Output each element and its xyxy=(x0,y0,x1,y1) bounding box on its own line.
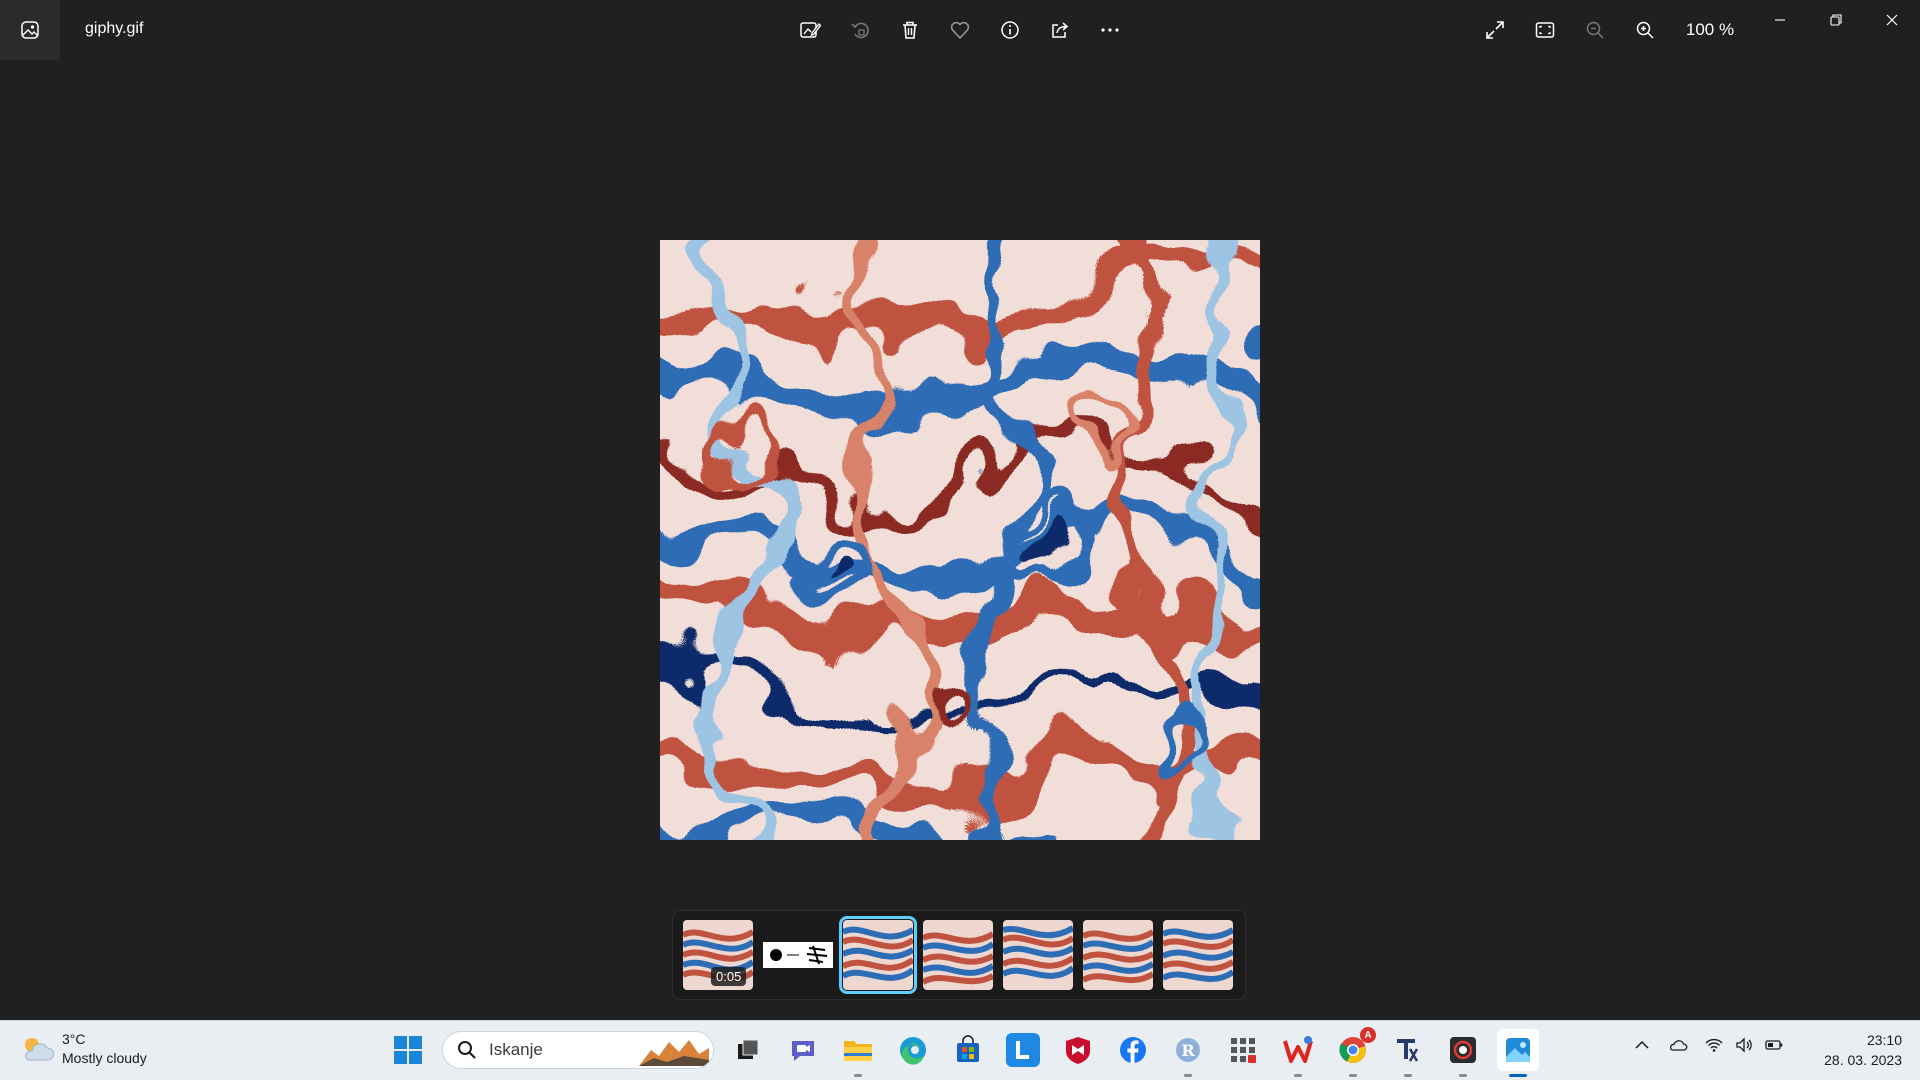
chevron-up-icon[interactable] xyxy=(1632,1035,1652,1055)
taskbar: 3°C Mostly cloudy Iskanje R A 23:10 28. … xyxy=(0,1020,1920,1080)
calculator-grid-icon[interactable] xyxy=(1222,1029,1264,1071)
zoom-out-icon xyxy=(1586,21,1604,39)
photos-app-icon[interactable] xyxy=(0,0,60,60)
teams-chat-icon[interactable] xyxy=(782,1029,824,1071)
thumbnail-sketch xyxy=(770,945,828,965)
share-icon xyxy=(1052,22,1069,38)
zoom-in-icon xyxy=(1636,21,1654,39)
title-bar: giphy.gif 100 % xyxy=(0,0,1920,60)
filmstrip-thumbnail[interactable] xyxy=(923,920,993,990)
wifi-icon[interactable] xyxy=(1704,1035,1724,1055)
see-more-button[interactable] xyxy=(1090,10,1130,50)
weather-condition: Mostly cloudy xyxy=(62,1050,147,1066)
favorite-button[interactable] xyxy=(940,10,980,50)
file-info-button[interactable] xyxy=(990,10,1030,50)
restore-icon xyxy=(1830,14,1842,26)
fit-window-icon xyxy=(1535,22,1555,38)
expand-icon xyxy=(1486,21,1504,39)
search-box[interactable]: Iskanje xyxy=(442,1031,714,1069)
thumbnail-image xyxy=(1003,920,1073,990)
minimize-button[interactable] xyxy=(1752,0,1808,40)
t-app-icon[interactable] xyxy=(1387,1029,1429,1077)
windows-start-icon xyxy=(394,1036,422,1064)
filmstrip-thumbnail[interactable]: 0:05 xyxy=(683,920,753,990)
minimize-icon xyxy=(1775,19,1785,21)
delete-button[interactable] xyxy=(890,10,930,50)
taskbar-apps: Iskanje R A xyxy=(387,1027,1539,1077)
chrome-notification-badge: A xyxy=(1360,1027,1376,1043)
mcafee-icon[interactable] xyxy=(1057,1029,1099,1071)
filmstrip-thumbnail[interactable] xyxy=(1083,920,1153,990)
filmstrip-thumbnail[interactable] xyxy=(763,920,833,990)
cloudy-weather-icon xyxy=(25,1038,54,1061)
battery-icon[interactable] xyxy=(1764,1035,1784,1055)
facebook-icon[interactable] xyxy=(1112,1029,1154,1071)
thumbnail-image xyxy=(763,942,833,968)
search-highlight-icon xyxy=(639,1040,709,1066)
trash-icon xyxy=(903,21,917,39)
search-icon xyxy=(458,1041,476,1059)
thumbnail-image xyxy=(923,920,993,990)
filmstrip-thumbnail-selected[interactable] xyxy=(839,916,917,994)
share-button[interactable] xyxy=(1040,10,1080,50)
displayed-image[interactable] xyxy=(660,240,1260,840)
info-icon xyxy=(1001,21,1019,39)
photos-app-icon[interactable] xyxy=(1497,1029,1539,1077)
edge-icon[interactable] xyxy=(892,1029,934,1071)
clock-date: 28. 03. 2023 xyxy=(1824,1052,1902,1068)
close-icon xyxy=(1886,14,1898,26)
file-name: giphy.gif xyxy=(85,20,144,37)
recorder-icon[interactable] xyxy=(1442,1029,1484,1077)
l-app-icon[interactable] xyxy=(1006,1033,1040,1067)
view-toolbar: 100 % xyxy=(1475,10,1745,50)
more-icon xyxy=(1101,28,1119,32)
thumbnail-image xyxy=(1163,920,1233,990)
window-controls xyxy=(1752,0,1920,40)
heart-icon xyxy=(950,21,970,40)
restore-button[interactable] xyxy=(1808,0,1864,40)
filmstrip: 0:05 xyxy=(672,910,1246,1000)
weather-temperature: 3°C xyxy=(62,1031,86,1047)
system-tray xyxy=(1632,1035,1784,1055)
zoom-in-button[interactable] xyxy=(1625,10,1665,50)
file-explorer-icon[interactable] xyxy=(837,1029,879,1077)
volume-icon[interactable] xyxy=(1734,1035,1754,1055)
weather-widget[interactable]: 3°C Mostly cloudy xyxy=(20,1030,147,1068)
onedrive-icon[interactable] xyxy=(1668,1035,1688,1055)
swirl-image xyxy=(660,240,1260,840)
wps-office-icon[interactable] xyxy=(1277,1029,1319,1077)
start-button[interactable] xyxy=(387,1029,429,1071)
task-view-icon[interactable] xyxy=(727,1029,769,1071)
photos-icon xyxy=(21,21,39,39)
main-toolbar xyxy=(790,10,1130,50)
search-placeholder: Iskanje xyxy=(489,1040,543,1059)
r-app-icon[interactable]: R xyxy=(1167,1029,1209,1077)
rotate-button[interactable] xyxy=(840,10,880,50)
rotate-icon xyxy=(851,22,869,39)
edit-image-button[interactable] xyxy=(790,10,830,50)
filmstrip-thumbnail[interactable] xyxy=(1003,920,1073,990)
edit-image-icon xyxy=(800,22,821,38)
filmstrip-thumbnail[interactable] xyxy=(1163,920,1233,990)
zoom-level[interactable]: 100 % xyxy=(1675,20,1745,40)
microsoft-store-icon[interactable] xyxy=(947,1029,989,1071)
photos-app-window: giphy.gif 100 % 0:05 xyxy=(0,0,1920,1020)
thumbnail-image xyxy=(843,920,913,990)
zoom-out-button[interactable] xyxy=(1575,10,1615,50)
full-screen-button[interactable] xyxy=(1475,10,1515,50)
clock[interactable]: 23:10 28. 03. 2023 xyxy=(1824,1030,1902,1070)
chrome-icon[interactable]: A xyxy=(1332,1027,1376,1077)
thumbnail-image xyxy=(1083,920,1153,990)
video-duration: 0:05 xyxy=(711,967,747,986)
svg-text:R: R xyxy=(1181,1041,1195,1060)
clock-time: 23:10 xyxy=(1866,1032,1902,1048)
close-button[interactable] xyxy=(1864,0,1920,40)
fit-to-window-button[interactable] xyxy=(1525,10,1565,50)
